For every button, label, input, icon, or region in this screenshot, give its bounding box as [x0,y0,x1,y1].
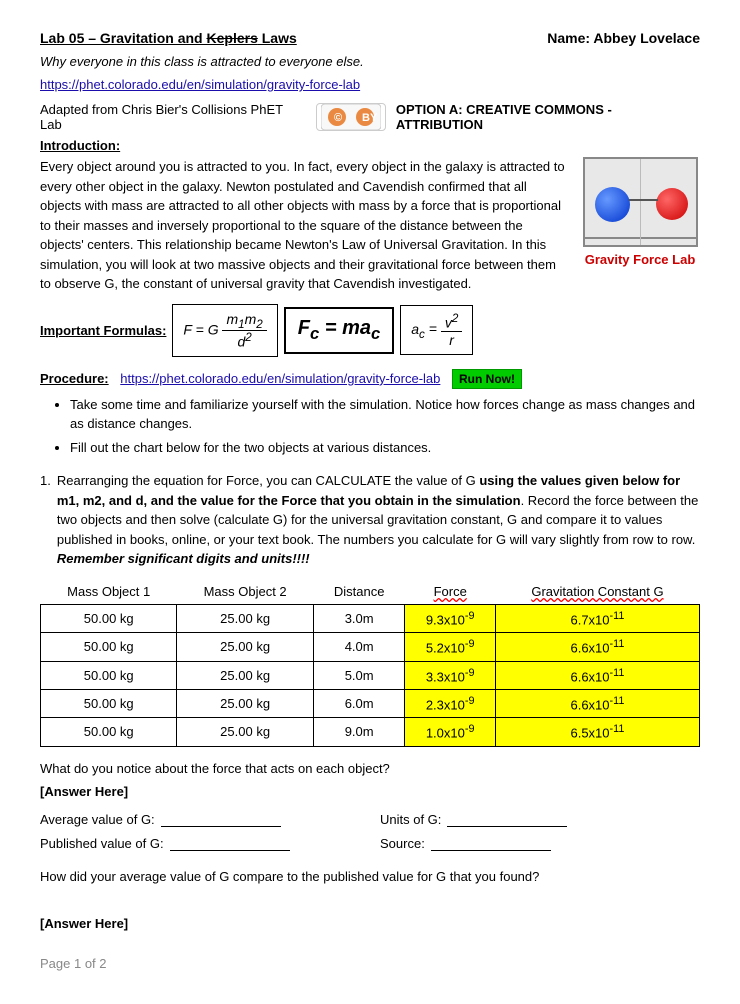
q1-text-before: Rearranging the equation for Force, you … [57,473,480,488]
bullet-1: Take some time and familiarize yourself … [70,395,700,434]
run-now-button[interactable]: Run Now! [452,369,522,389]
published-g-row: Published value of G: [40,835,360,851]
published-g-input[interactable] [170,835,290,851]
table-row: 50.00 kg 25.00 kg 6.0m 2.3x10-9 6.6x10-1… [41,689,700,717]
cell-force-3: 3.3x10-9 [405,661,495,689]
notice-section: What do you notice about the force that … [40,757,700,804]
blue-ball [595,187,630,222]
cc-icon: © BY [316,103,386,131]
procedure-bullets: Take some time and familiarize yourself … [70,395,700,458]
table-row: 50.00 kg 25.00 kg 5.0m 3.3x10-9 6.6x10-1… [41,661,700,689]
cell-dist-4: 6.0m [313,689,405,717]
source-label: Source: [380,836,425,851]
table-header-row: Mass Object 1 Mass Object 2 Distance For… [41,579,700,605]
cell-dist-2: 4.0m [313,633,405,661]
col-header-dist: Distance [313,579,405,605]
cell-grav-4: 6.6x10-11 [495,689,699,717]
bullet-2: Fill out the chart below for the two obj… [70,438,700,458]
gravity-label: Gravity Force Lab [585,252,696,267]
procedure-link[interactable]: https://phet.colorado.edu/en/simulation/… [120,371,440,386]
data-table: Mass Object 1 Mass Object 2 Distance For… [40,579,700,747]
intro-header: Introduction: [40,138,700,153]
page-footer: Page 1 of 2 [40,956,700,971]
name-label: Name: Abbey Lovelace [547,30,700,46]
cell-m2-1: 25.00 kg [177,604,313,632]
table-row: 50.00 kg 25.00 kg 3.0m 9.3x10-9 6.7x10-1… [41,604,700,632]
cell-grav-2: 6.6x10-11 [495,633,699,661]
cell-dist-5: 9.0m [313,718,405,746]
q1-text: Rearranging the equation for Force, you … [57,471,700,569]
cell-m2-3: 25.00 kg [177,661,313,689]
q1-number: 1. [40,471,51,569]
svg-text:BY: BY [362,112,378,124]
header-row: Lab 05 – Gravitation and Keplers Laws Na… [40,30,700,46]
cell-dist-3: 5.0m [313,661,405,689]
col-header-m1: Mass Object 1 [41,579,177,605]
units-g-label: Units of G: [380,812,441,827]
option-text: OPTION A: CREATIVE COMMONS - ATTRIBUTION [396,102,700,132]
cell-force-2: 5.2x10-9 [405,633,495,661]
gravity-img-box [583,157,698,247]
cell-m1-4: 50.00 kg [41,689,177,717]
cell-force-1: 9.3x10-9 [405,604,495,632]
notice-question: What do you notice about the force that … [40,757,700,780]
cell-m1-5: 50.00 kg [41,718,177,746]
cell-m1-2: 50.00 kg [41,633,177,661]
cc-adapted-text: Adapted from Chris Bier's Collisions PhE… [40,102,306,132]
svg-text:©: © [334,112,342,124]
question-1-section: 1. Rearranging the equation for Force, y… [40,471,700,569]
cell-m2-5: 25.00 kg [177,718,313,746]
compare-answer: [Answer Here] [40,912,700,935]
formulas-label: Important Formulas: [40,323,166,338]
published-section: Published value of G: Source: [40,835,700,851]
formula-1: F = G m1m2 d2 [172,304,277,357]
col-header-grav: Gravitation Constant G [495,579,699,605]
procedure-section: Procedure: https://phet.colorado.edu/en/… [40,369,700,458]
cell-m2-4: 25.00 kg [177,689,313,717]
cell-m2-2: 25.00 kg [177,633,313,661]
title-strikethrough: Keplers [207,30,258,46]
page-number: Page 1 of 2 [40,956,107,971]
formula-2: Fc = mac [284,307,394,354]
cell-m1-3: 50.00 kg [41,661,177,689]
cell-m1-1: 50.00 kg [41,604,177,632]
avg-g-row: Average value of G: [40,811,360,827]
table-row: 50.00 kg 25.00 kg 4.0m 5.2x10-9 6.6x10-1… [41,633,700,661]
source-row: Source: [380,835,700,851]
compare-question: How did your average value of G compare … [40,865,700,888]
cc-section: Adapted from Chris Bier's Collisions PhE… [40,102,700,132]
cell-dist-1: 3.0m [313,604,405,632]
cell-force-5: 1.0x10-9 [405,718,495,746]
cell-grav-1: 6.7x10-11 [495,604,699,632]
q1-bold-end: Remember significant digits and units!!!… [57,551,310,566]
procedure-label: Procedure: [40,371,109,386]
formula-3: ac = v2 r [400,305,473,355]
published-g-label: Published value of G: [40,836,164,851]
source-input[interactable] [431,835,551,851]
cell-grav-5: 6.5x10-11 [495,718,699,746]
notice-answer: [Answer Here] [40,780,700,803]
cell-grav-3: 6.6x10-11 [495,661,699,689]
cell-force-4: 2.3x10-9 [405,689,495,717]
intro-section: Introduction: Every object around you is… [40,138,700,294]
red-ball [656,188,688,220]
avg-g-input[interactable] [161,811,281,827]
col-header-force: Force [405,579,495,605]
subtitle: Why everyone in this class is attracted … [40,54,700,69]
gravity-image-panel: Gravity Force Lab [580,157,700,294]
avg-section: Average value of G: Units of G: [40,811,700,827]
phet-link[interactable]: https://phet.colorado.edu/en/simulation/… [40,77,700,92]
data-table-section: Mass Object 1 Mass Object 2 Distance For… [40,579,700,747]
compare-section: How did your average value of G compare … [40,865,700,935]
col-header-m2: Mass Object 2 [177,579,313,605]
avg-g-label: Average value of G: [40,812,155,827]
title-prefix: Lab 05 – Gravitation and [40,30,207,46]
formulas-section: Important Formulas: F = G m1m2 d2 Fc = m… [40,304,700,357]
table-row: 50.00 kg 25.00 kg 9.0m 1.0x10-9 6.5x10-1… [41,718,700,746]
intro-body: Every object around you is attracted to … [40,157,565,294]
units-g-row: Units of G: [380,811,700,827]
title-suffix: Laws [258,30,297,46]
units-g-input[interactable] [447,811,567,827]
